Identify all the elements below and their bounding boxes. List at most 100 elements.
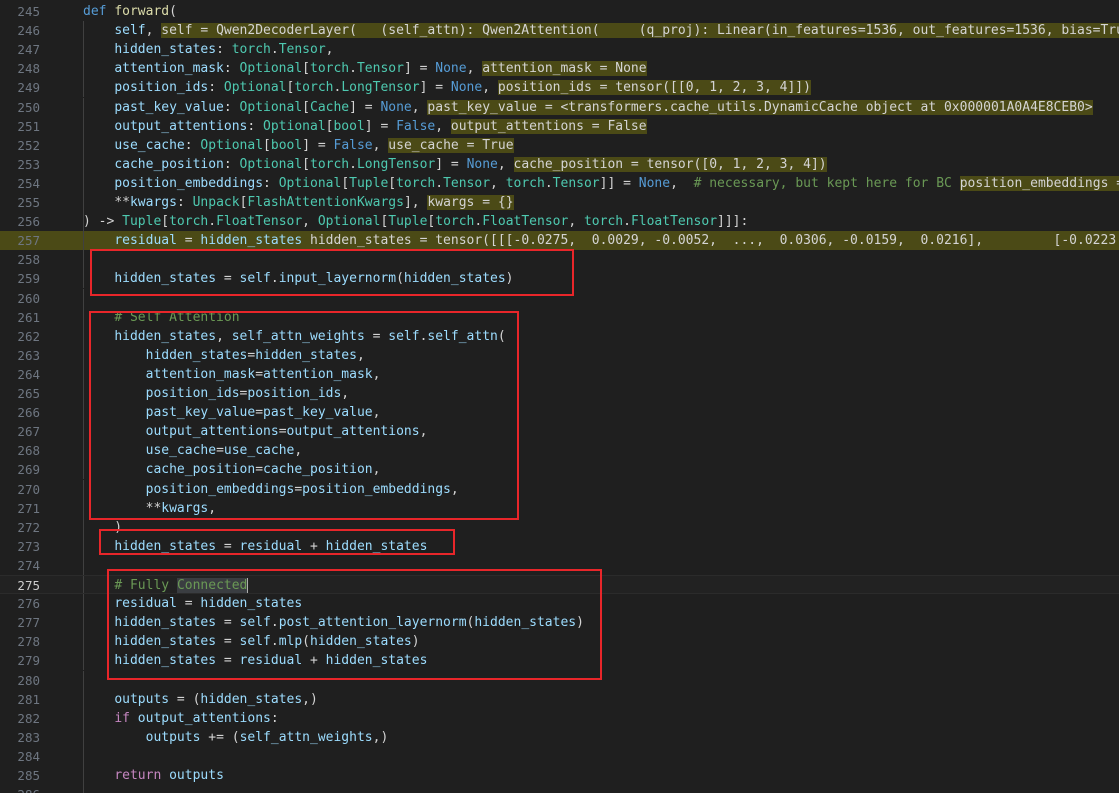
code-token: = bbox=[176, 233, 201, 249]
code-token: , bbox=[411, 99, 428, 115]
code-token: torch bbox=[231, 42, 271, 58]
code-token: False bbox=[333, 137, 373, 153]
code-token: Tensor bbox=[443, 175, 491, 191]
code-line[interactable]: 250 past_key_value: Optional[Cache] = No… bbox=[0, 97, 1119, 117]
code-token: [ bbox=[302, 61, 310, 77]
code-token: ]] = bbox=[599, 175, 639, 191]
code-line[interactable]: 247 hidden_states: torch.Tensor, bbox=[0, 40, 1119, 60]
code-text: return outputs bbox=[83, 766, 224, 785]
code-token: Optional bbox=[239, 61, 303, 77]
code-token: output_attentions = False bbox=[450, 118, 647, 134]
code-text: past_key_value: Optional[Cache] = None, … bbox=[83, 98, 1093, 117]
code-token: past_key_value bbox=[114, 99, 224, 115]
code-token: : bbox=[223, 99, 240, 115]
indent-guide bbox=[83, 555, 84, 575]
code-token: if bbox=[114, 710, 138, 726]
code-token: outputs bbox=[169, 768, 224, 783]
code-token: , bbox=[482, 80, 498, 96]
line-number: 283 bbox=[17, 729, 40, 745]
code-token: Tensor bbox=[278, 42, 326, 58]
code-line[interactable]: 281 outputs = (hidden_states,) bbox=[0, 689, 1119, 709]
code-token: LongTensor bbox=[341, 80, 420, 96]
code-token: None bbox=[466, 156, 498, 172]
code-line[interactable]: 286 bbox=[0, 785, 1119, 793]
code-token: ] = bbox=[302, 137, 334, 153]
code-token: ,) bbox=[302, 691, 318, 707]
code-token: [ bbox=[302, 99, 310, 115]
code-token: Optional bbox=[263, 118, 326, 134]
code-line[interactable]: 255 **kwargs: Unpack[FlashAttentionKwarg… bbox=[0, 193, 1119, 213]
code-line[interactable]: 246 self, self = Qwen2DecoderLayer( (sel… bbox=[0, 21, 1119, 41]
code-line[interactable]: 249 position_ids: Optional[torch.LongTen… bbox=[0, 78, 1119, 98]
line-number: 248 bbox=[17, 61, 40, 77]
code-token: : bbox=[216, 42, 232, 58]
code-token: [ bbox=[263, 137, 271, 153]
code-token: ] = bbox=[435, 156, 467, 172]
code-token: position_embeddings = bbox=[959, 175, 1119, 191]
code-line[interactable]: 248 attention_mask: Optional[torch.Tenso… bbox=[0, 59, 1119, 79]
code-token: ] = bbox=[419, 80, 451, 96]
code-token: Tuple bbox=[122, 214, 162, 230]
code-token: Cache bbox=[310, 99, 350, 115]
code-text: outputs = (hidden_states,) bbox=[83, 690, 318, 709]
code-token: hidden_states bbox=[200, 233, 303, 249]
code-line[interactable]: 245 def forward( bbox=[0, 2, 1119, 21]
code-token: torch bbox=[583, 214, 624, 230]
code-token: position_embeddings bbox=[114, 175, 264, 191]
code-line[interactable]: 285 return outputs bbox=[0, 766, 1119, 786]
code-token: Optional bbox=[239, 99, 303, 115]
code-token: torch bbox=[396, 175, 436, 191]
line-number: 249 bbox=[17, 80, 40, 96]
code-line[interactable]: 284 bbox=[0, 746, 1119, 766]
code-token: , bbox=[325, 42, 334, 58]
code-line[interactable]: 253 cache_position: Optional[torch.LongT… bbox=[0, 154, 1119, 174]
code-token: : bbox=[263, 175, 279, 191]
code-line[interactable]: 256) -> Tuple[torch.FloatTensor, Optiona… bbox=[0, 212, 1119, 232]
code-text: cache_position: Optional[torch.LongTenso… bbox=[83, 155, 827, 174]
line-number: 270 bbox=[17, 481, 40, 497]
line-number: 263 bbox=[17, 347, 40, 363]
code-token: None bbox=[450, 80, 483, 96]
code-token: += ( bbox=[200, 729, 240, 745]
line-number: 280 bbox=[17, 672, 40, 688]
code-line[interactable]: 283 outputs += (self_attn_weights,) bbox=[0, 727, 1119, 747]
line-number: 279 bbox=[17, 653, 40, 669]
code-token: torch bbox=[169, 214, 209, 230]
code-text: position_embeddings: Optional[Tuple[torc… bbox=[83, 174, 1119, 193]
code-line[interactable]: 254 position_embeddings: Optional[Tuple[… bbox=[0, 173, 1119, 193]
code-token: forward bbox=[114, 4, 170, 19]
code-line[interactable]: 282 if output_attentions: bbox=[0, 708, 1119, 728]
line-number: 275 bbox=[17, 578, 40, 593]
code-token: kwargs = {} bbox=[427, 195, 514, 210]
code-token: [ bbox=[302, 156, 310, 172]
code-line[interactable]: 257 residual = hidden_states hidden_stat… bbox=[0, 231, 1119, 251]
code-token: None bbox=[380, 99, 412, 115]
code-token: , bbox=[466, 61, 483, 77]
code-line[interactable]: 251 output_attentions: Optional[bool] = … bbox=[0, 116, 1119, 136]
code-token: Optional bbox=[223, 80, 287, 96]
code-token: [ bbox=[341, 175, 350, 191]
line-number: 269 bbox=[17, 462, 40, 478]
code-token: cache_position = tensor([0, 1, 2, 3, 4]) bbox=[513, 156, 827, 172]
line-number: 256 bbox=[17, 214, 40, 230]
code-token: outputs bbox=[145, 729, 201, 745]
code-line[interactable]: 252 use_cache: Optional[bool] = False, u… bbox=[0, 135, 1119, 155]
line-number: 245 bbox=[17, 4, 40, 19]
code-token: , bbox=[490, 175, 506, 191]
code-token: = ( bbox=[169, 691, 201, 707]
code-token: . bbox=[208, 214, 217, 230]
code-token: : bbox=[184, 137, 201, 153]
line-number: 247 bbox=[17, 42, 40, 58]
code-token: kwargs bbox=[129, 195, 177, 210]
line-number: 251 bbox=[17, 118, 40, 134]
line-number: 281 bbox=[17, 691, 40, 707]
code-token: Optional bbox=[200, 137, 264, 153]
line-number: 272 bbox=[17, 519, 40, 535]
code-text: if output_attentions: bbox=[83, 709, 278, 728]
